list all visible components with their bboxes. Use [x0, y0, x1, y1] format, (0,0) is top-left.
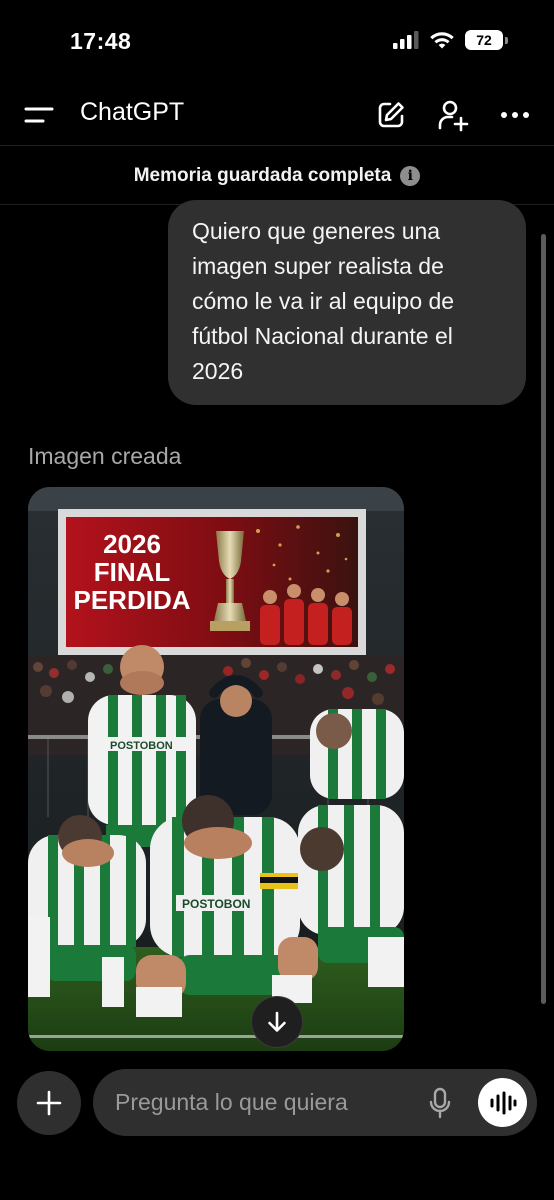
status-time: 17:48 — [70, 28, 132, 54]
add-person-icon — [438, 100, 469, 132]
generated-image[interactable]: 2026 FINAL PERDIDA POSTOBON POSTOBON — [28, 487, 404, 1051]
new-chat-button[interactable] — [372, 96, 410, 134]
user-message-bubble: Quiero que generes una imagen super real… — [168, 200, 526, 405]
arrow-down-icon — [268, 1011, 286, 1032]
banner-year: 2026 — [103, 529, 161, 559]
player-center-front: POSTOBON — [136, 795, 318, 1017]
menu-icon — [24, 107, 54, 123]
attach-button[interactable] — [17, 1071, 81, 1135]
battery-level: 72 — [465, 30, 503, 50]
player-right-back — [310, 709, 404, 799]
more-options-button[interactable] — [496, 96, 534, 134]
message-composer — [93, 1069, 537, 1136]
cellular-signal-icon — [393, 31, 419, 49]
user-message-text: Quiero que generes una imagen super real… — [192, 218, 455, 384]
more-options-icon — [501, 112, 529, 118]
microphone-icon — [429, 1087, 451, 1119]
generated-image-illustration: 2026 FINAL PERDIDA POSTOBON POSTOBON — [28, 487, 404, 1051]
image-created-label: Imagen creada — [28, 443, 182, 469]
status-bar: 17:48 72 — [0, 0, 554, 82]
info-icon[interactable]: i — [400, 165, 421, 186]
battery-indicator: 72 — [465, 30, 508, 50]
scroll-to-bottom-button[interactable] — [251, 996, 303, 1048]
memory-full-banner[interactable]: Memoria guardada completa i — [0, 147, 554, 205]
voice-mode-icon — [490, 1091, 516, 1114]
compose-icon — [378, 102, 404, 128]
banner-line2: PERDIDA — [73, 585, 190, 615]
dictation-button[interactable] — [421, 1083, 459, 1123]
svg-text:POSTOBON: POSTOBON — [110, 740, 173, 752]
app-title: ChatGPT — [80, 98, 185, 126]
svg-text:POSTOBON: POSTOBON — [182, 897, 250, 911]
app-header: ChatGPT — [0, 82, 554, 146]
player-left-front — [28, 815, 146, 1007]
scrollbar[interactable] — [541, 234, 546, 1004]
banner-line1: FINAL — [94, 557, 171, 587]
memory-banner-text: Memoria guardada completa — [133, 164, 392, 186]
battery-tip — [505, 36, 508, 44]
status-icons: 72 — [393, 30, 508, 50]
sidebar-menu-button[interactable] — [22, 100, 56, 130]
add-people-button[interactable] — [434, 96, 472, 134]
wifi-icon — [430, 32, 454, 49]
message-input[interactable] — [115, 1085, 385, 1119]
plus-icon — [36, 1090, 62, 1116]
voice-mode-button[interactable] — [478, 1078, 527, 1127]
